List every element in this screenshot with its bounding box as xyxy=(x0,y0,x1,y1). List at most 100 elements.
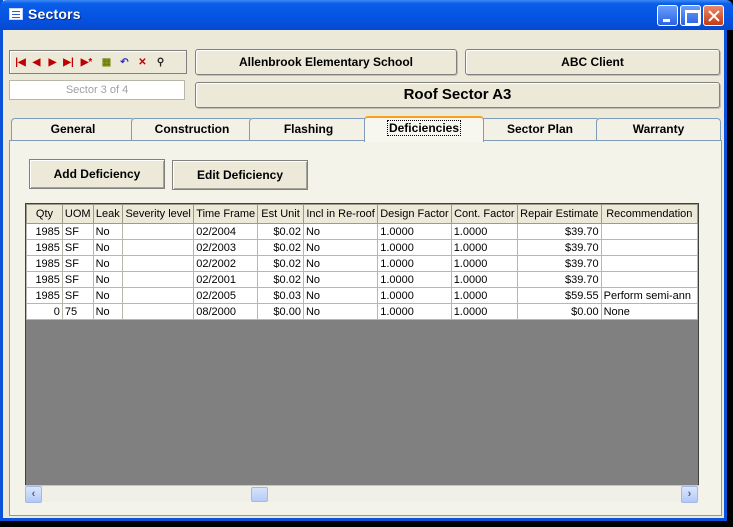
prev-record-icon[interactable]: ◀ xyxy=(29,55,44,70)
table-cell[interactable]: 1985 xyxy=(26,223,63,240)
table-cell[interactable]: No xyxy=(92,223,124,240)
minimize-button[interactable] xyxy=(657,5,678,26)
table-cell[interactable]: Perform semi-ann xyxy=(600,287,698,304)
table-row[interactable]: 0 75 No 08/2000 $0.00 No 1.0000 1.0000 $0.00 None xyxy=(26,303,698,320)
save-icon[interactable]: ▦ xyxy=(99,55,114,70)
table-cell[interactable]: 75 xyxy=(61,303,94,320)
table-cell[interactable]: SF xyxy=(61,239,94,256)
table-cell[interactable]: $0.00 xyxy=(516,303,602,320)
column-header[interactable]: Qty xyxy=(26,204,63,224)
column-header[interactable]: Cont. Factor xyxy=(450,204,518,224)
table-row[interactable]: 1985 SF No 02/2001 $0.02 No 1.0000 1.0000 $39.70 xyxy=(26,271,698,288)
table-cell[interactable]: $39.70 xyxy=(516,239,602,256)
column-header[interactable]: Leak xyxy=(92,204,124,224)
table-cell[interactable]: $39.70 xyxy=(516,223,602,240)
table-cell[interactable]: 0 xyxy=(26,303,63,320)
close-button[interactable] xyxy=(703,5,724,26)
tab-construction[interactable]: Construction xyxy=(131,118,253,140)
table-cell[interactable]: 1.0000 xyxy=(377,239,452,256)
delete-icon[interactable]: ✕ xyxy=(135,55,150,70)
table-cell[interactable] xyxy=(600,255,698,272)
table-cell[interactable]: 02/2002 xyxy=(193,255,259,272)
scroll-left-icon[interactable]: ‹ xyxy=(25,486,42,503)
horizontal-scrollbar[interactable]: ‹ › xyxy=(25,485,699,503)
table-cell[interactable]: $39.70 xyxy=(516,255,602,272)
table-cell[interactable]: $0.02 xyxy=(257,255,304,272)
table-row[interactable]: 1985 SF No 02/2004 $0.02 No 1.0000 1.0000 $39.70 xyxy=(26,223,698,240)
column-header[interactable]: Design Factor xyxy=(377,204,452,224)
table-cell[interactable]: $0.02 xyxy=(257,223,304,240)
scrollbar-thumb[interactable] xyxy=(251,487,268,502)
table-cell[interactable]: 1.0000 xyxy=(377,287,452,304)
table-row[interactable]: 1985 SF No 02/2003 $0.02 No 1.0000 1.0000 $39.70 xyxy=(26,239,698,256)
title-bar[interactable]: Sectors xyxy=(0,0,733,30)
table-cell[interactable]: No xyxy=(92,239,124,256)
first-record-icon[interactable]: |◀ xyxy=(13,55,28,70)
column-header[interactable]: Time Frame xyxy=(193,204,259,224)
tab-deficiencies[interactable]: Deficiencies xyxy=(364,116,484,142)
table-cell[interactable]: $0.00 xyxy=(257,303,304,320)
table-cell[interactable]: No xyxy=(92,303,124,320)
table-cell[interactable]: No xyxy=(92,287,124,304)
table-cell[interactable]: 1.0000 xyxy=(450,239,518,256)
table-cell[interactable] xyxy=(122,239,195,256)
column-header[interactable]: Est Unit xyxy=(257,204,304,224)
column-header[interactable]: Repair Estimate xyxy=(516,204,602,224)
table-cell[interactable]: SF xyxy=(61,255,94,272)
column-header[interactable]: UOM xyxy=(61,204,94,224)
table-cell[interactable]: No xyxy=(302,271,379,288)
table-cell[interactable]: 1.0000 xyxy=(377,271,452,288)
tab-sector-plan[interactable]: Sector Plan xyxy=(480,118,600,140)
table-cell[interactable] xyxy=(122,303,195,320)
new-record-icon[interactable]: ▶* xyxy=(79,55,94,70)
table-row[interactable]: 1985 SF No 02/2005 $0.03 No 1.0000 1.0000 $59.55… xyxy=(26,287,698,304)
maximize-button[interactable] xyxy=(680,5,701,26)
table-cell[interactable]: 1.0000 xyxy=(450,287,518,304)
table-cell[interactable]: 1985 xyxy=(26,239,63,256)
table-cell[interactable]: 1.0000 xyxy=(450,271,518,288)
table-cell[interactable] xyxy=(122,271,195,288)
table-cell[interactable]: 1985 xyxy=(26,287,63,304)
table-cell[interactable]: 1.0000 xyxy=(450,223,518,240)
table-cell[interactable]: 02/2004 xyxy=(193,223,259,240)
table-cell[interactable]: No xyxy=(92,271,124,288)
table-cell[interactable]: No xyxy=(302,239,379,256)
table-cell[interactable]: No xyxy=(302,303,379,320)
table-cell[interactable] xyxy=(122,223,195,240)
tab-flashing[interactable]: Flashing xyxy=(249,118,368,140)
edit-deficiency-button[interactable]: Edit Deficiency xyxy=(172,160,308,190)
add-deficiency-button[interactable]: Add Deficiency xyxy=(29,159,165,189)
table-cell[interactable]: 1985 xyxy=(26,271,63,288)
column-header[interactable]: Severity level xyxy=(122,204,195,224)
table-cell[interactable]: None xyxy=(600,303,698,320)
table-cell[interactable]: 02/2003 xyxy=(193,239,259,256)
table-cell[interactable]: SF xyxy=(61,223,94,240)
table-cell[interactable]: 02/2005 xyxy=(193,287,259,304)
scroll-right-icon[interactable]: › xyxy=(681,486,698,503)
table-cell[interactable]: $59.55 xyxy=(516,287,602,304)
table-cell[interactable]: $39.70 xyxy=(516,271,602,288)
table-cell[interactable]: 1985 xyxy=(26,255,63,272)
table-cell[interactable]: No xyxy=(302,223,379,240)
table-cell[interactable] xyxy=(600,223,698,240)
table-row[interactable]: 1985 SF No 02/2002 $0.02 No 1.0000 1.0000 $39.70 xyxy=(26,255,698,272)
table-cell[interactable]: 08/2000 xyxy=(193,303,259,320)
table-cell[interactable]: $0.02 xyxy=(257,239,304,256)
table-cell[interactable]: 1.0000 xyxy=(377,255,452,272)
last-record-icon[interactable]: ▶| xyxy=(61,55,76,70)
column-header[interactable]: Recommendation xyxy=(600,204,698,224)
table-cell[interactable]: 1.0000 xyxy=(377,223,452,240)
table-cell[interactable]: 1.0000 xyxy=(377,303,452,320)
find-icon[interactable]: ⚲ xyxy=(153,55,168,70)
table-cell[interactable]: 1.0000 xyxy=(450,303,518,320)
table-cell[interactable]: No xyxy=(92,255,124,272)
table-cell[interactable]: $0.02 xyxy=(257,271,304,288)
table-cell[interactable]: 02/2001 xyxy=(193,271,259,288)
column-header[interactable]: Incl in Re-roof xyxy=(302,204,379,224)
tab-general[interactable]: General xyxy=(11,118,135,140)
table-cell[interactable] xyxy=(122,287,195,304)
next-record-icon[interactable]: ▶ xyxy=(45,55,60,70)
table-cell[interactable]: No xyxy=(302,255,379,272)
table-cell[interactable] xyxy=(122,255,195,272)
table-cell[interactable]: $0.03 xyxy=(257,287,304,304)
